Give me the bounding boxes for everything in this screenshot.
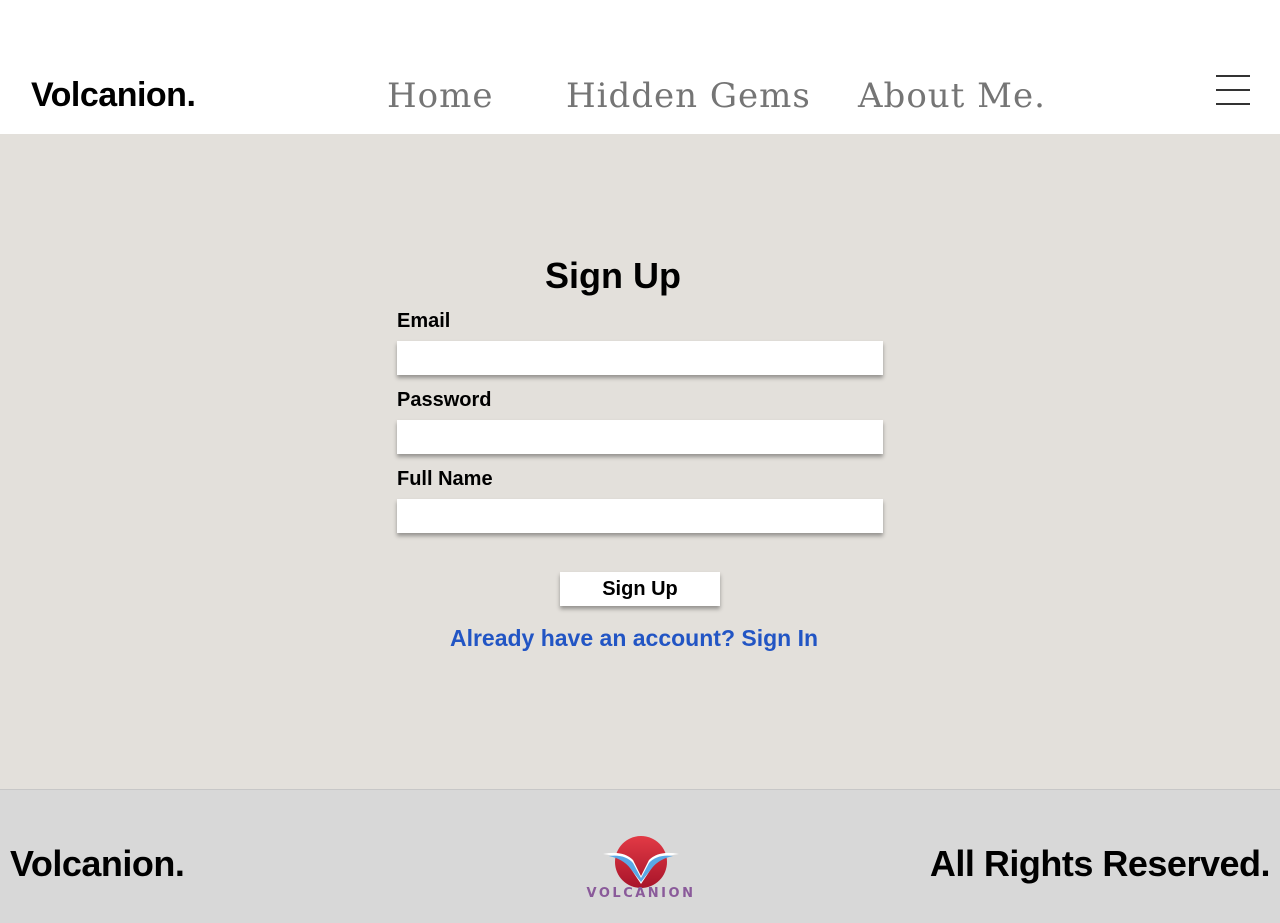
hamburger-menu-icon[interactable] xyxy=(1216,75,1250,105)
email-input[interactable] xyxy=(397,341,883,375)
hamburger-bar xyxy=(1216,75,1250,77)
footer-brand-text: Volcanion. xyxy=(10,843,185,884)
signup-section: Sign Up Email Password Full Name Sign Up… xyxy=(0,134,1280,789)
volcanion-logo-icon xyxy=(603,836,679,888)
full-name-label: Full Name xyxy=(397,468,493,490)
site-footer: Volcanion. VOLCANION All Rights Reserved… xyxy=(0,789,1280,923)
password-label: Password xyxy=(397,389,492,411)
volcanion-logo: VOLCANION xyxy=(583,832,699,904)
signin-link[interactable]: Already have an account? Sign In xyxy=(0,622,1268,654)
full-name-input[interactable] xyxy=(397,499,883,533)
page: Volcanion. Home Hidden Gems About Me. Si… xyxy=(0,0,1280,923)
nav-home-link[interactable]: Home xyxy=(387,74,493,118)
password-input[interactable] xyxy=(397,420,883,454)
nav-about-me-link[interactable]: About Me. xyxy=(858,74,1046,118)
email-label: Email xyxy=(397,310,451,332)
logo-wordmark: VOLCANION xyxy=(586,886,696,901)
signup-button[interactable]: Sign Up xyxy=(560,572,720,606)
hamburger-bar xyxy=(1216,103,1250,105)
footer-rights-text: All Rights Reserved. xyxy=(929,843,1271,884)
nav-hidden-gems-link[interactable]: Hidden Gems xyxy=(566,74,811,118)
signup-title: Sign Up xyxy=(545,255,681,296)
site-header: Volcanion. Home Hidden Gems About Me. xyxy=(0,0,1280,134)
brand-logo-text[interactable]: Volcanion. xyxy=(31,74,196,116)
hamburger-bar xyxy=(1216,89,1250,91)
